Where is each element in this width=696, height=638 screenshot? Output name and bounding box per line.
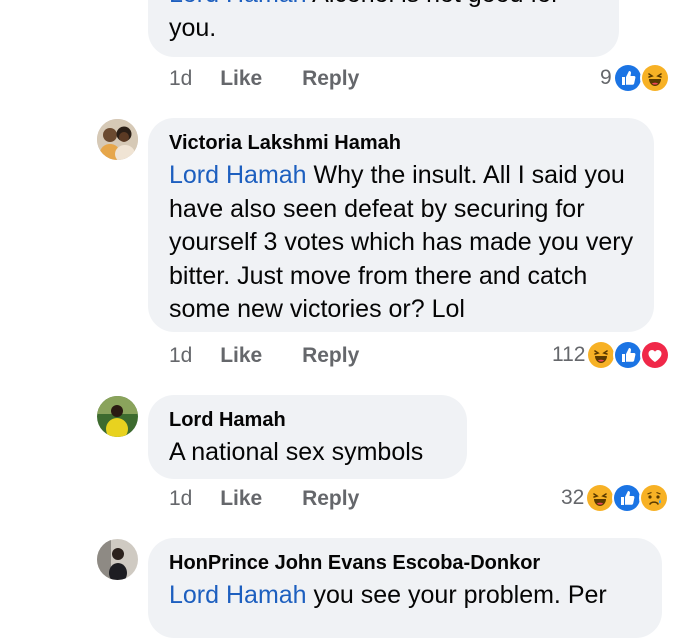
timestamp[interactable]: 1d	[169, 487, 192, 510]
sad-icon	[639, 483, 670, 513]
reaction-summary[interactable]: 32	[561, 483, 670, 513]
haha-icon	[639, 63, 670, 93]
haha-icon	[586, 340, 617, 370]
comment-bubble: Lord Hamah A national sex symbols	[148, 395, 467, 479]
comment-actions: 1d Like Reply	[169, 487, 359, 511]
reply-button[interactable]: Reply	[302, 487, 359, 510]
comment-text: Lord Hamah Why the insult. All I said yo…	[169, 159, 634, 327]
reply-button[interactable]: Reply	[302, 67, 359, 90]
like-button[interactable]: Like	[220, 487, 262, 510]
comment-bubble: HonPrince John Evans Escoba-Donkor Lord …	[148, 538, 662, 638]
reply-button[interactable]: Reply	[302, 344, 359, 367]
avatar[interactable]	[97, 119, 138, 160]
comment-author[interactable]: HonPrince John Evans Escoba-Donkor	[169, 550, 642, 576]
comment-bubble: Victoria Lakshmi Hamah Lord Hamah Why th…	[148, 118, 654, 332]
like-button[interactable]: Like	[220, 67, 262, 90]
reaction-summary[interactable]: 112	[552, 340, 671, 370]
comment-actions: 1d Like Reply	[169, 344, 359, 368]
mention-link[interactable]: Lord Hamah	[169, 0, 307, 8]
comment-author[interactable]: Victoria Lakshmi Hamah	[169, 130, 634, 156]
comment-text: Lord Hamah you see your problem. Per	[169, 579, 642, 613]
comment-actions: 1d Like Reply	[169, 67, 359, 91]
comment-text: Lord Hamah Alcohol is not good for you.	[169, 0, 599, 45]
comment-body: A national sex symbols	[169, 438, 424, 466]
comment-bubble: Lord Hamah Alcohol is not good for you.	[148, 0, 619, 57]
timestamp[interactable]: 1d	[169, 67, 192, 90]
like-icon	[612, 483, 643, 513]
comment-text: A national sex symbols	[169, 436, 447, 470]
reaction-count: 9	[600, 66, 612, 89]
mention-link[interactable]: Lord Hamah	[169, 161, 307, 189]
like-button[interactable]: Like	[220, 344, 262, 367]
comment-author[interactable]: Lord Hamah	[169, 407, 447, 433]
timestamp[interactable]: 1d	[169, 344, 192, 367]
reaction-summary[interactable]: 9	[600, 63, 670, 93]
love-icon	[640, 340, 671, 370]
avatar[interactable]	[97, 396, 138, 437]
avatar[interactable]	[97, 539, 138, 580]
like-icon	[613, 340, 644, 370]
reaction-count: 32	[561, 486, 585, 509]
reaction-count: 112	[552, 343, 586, 366]
haha-icon	[585, 483, 616, 513]
like-icon	[612, 63, 643, 93]
